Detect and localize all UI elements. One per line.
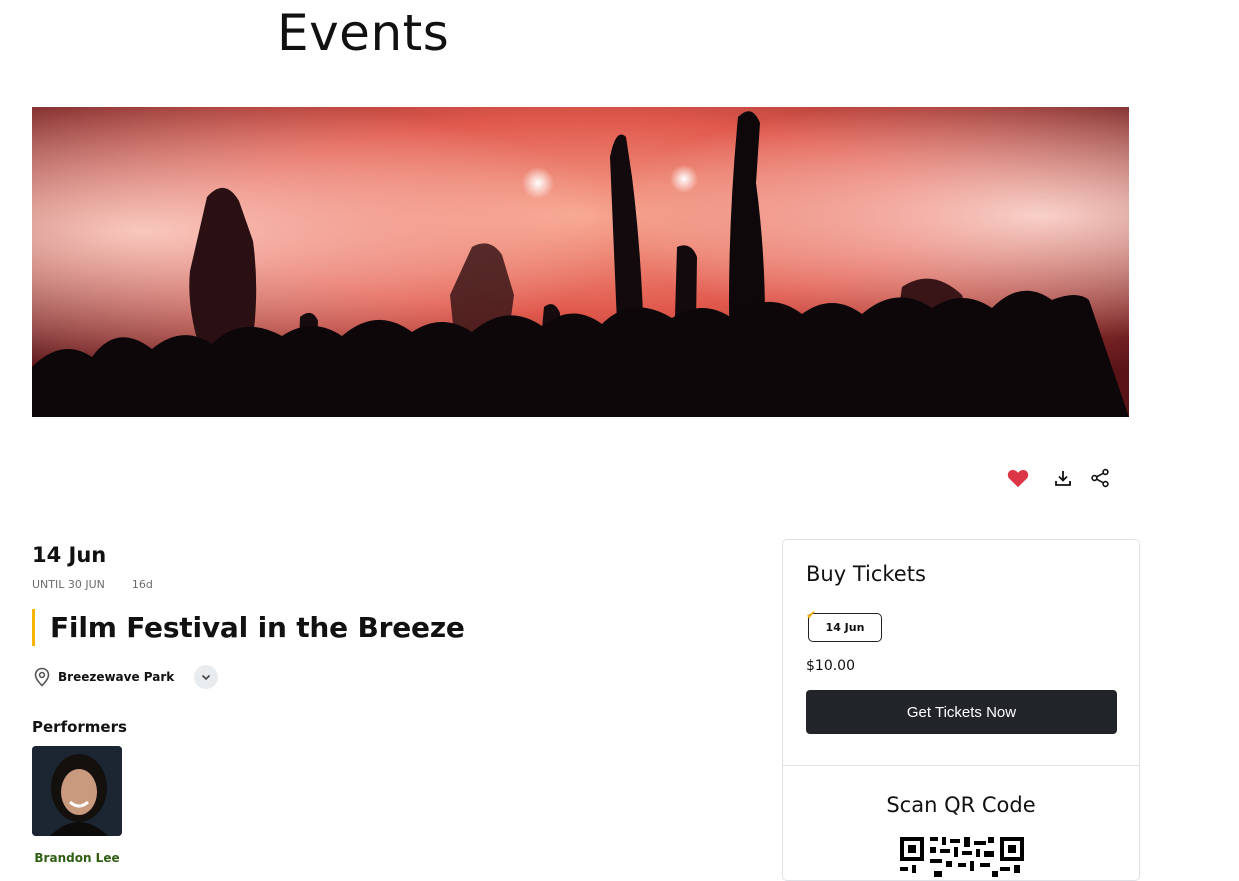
until-date: UNTIL 30 JUN: [32, 578, 105, 591]
performer-photo: [32, 746, 122, 836]
qr-code: [900, 837, 1024, 877]
download-icon: [1055, 471, 1071, 486]
date-meta: UNTIL 30 JUN 16d: [32, 578, 153, 591]
heart-icon: [1007, 469, 1029, 488]
venue: Breezewave Park: [32, 665, 219, 689]
event-date: 14 Jun: [32, 543, 107, 567]
chevron-down-icon: [202, 674, 211, 681]
share-button[interactable]: [1086, 466, 1114, 490]
favorite-button[interactable]: [1004, 466, 1032, 490]
ticket-date-label: 14 Jun: [825, 621, 865, 634]
ticket-price: $10.00: [806, 658, 855, 674]
event-hero-image: [32, 107, 1129, 417]
download-button[interactable]: [1049, 466, 1077, 490]
qr-heading: Scan QR Code: [886, 793, 1036, 817]
selected-check-icon: ✔: [806, 608, 817, 622]
venue-expand-button[interactable]: [194, 665, 219, 689]
performer-card[interactable]: Brandon Lee: [32, 746, 122, 865]
share-icon: [1091, 468, 1109, 488]
buy-tickets-card: Buy Tickets 14 Jun ✔ $10.00 Get Tickets …: [782, 539, 1140, 881]
buy-tickets-heading: Buy Tickets: [806, 562, 926, 586]
card-divider: [783, 765, 1139, 766]
days-remaining: 16d: [131, 578, 153, 591]
performer-name: Brandon Lee: [34, 851, 120, 865]
venue-name: Breezewave Park: [58, 670, 175, 684]
event-actions: [1004, 466, 1114, 490]
event-title: Film Festival in the Breeze: [50, 611, 465, 644]
location-pin-icon: [34, 667, 50, 687]
page-title: Events: [277, 4, 450, 62]
get-tickets-button[interactable]: Get Tickets Now: [806, 690, 1117, 734]
ticket-date-option[interactable]: 14 Jun: [808, 613, 882, 642]
event-title-block: Film Festival in the Breeze: [32, 609, 465, 646]
performers-heading: Performers: [32, 718, 127, 736]
